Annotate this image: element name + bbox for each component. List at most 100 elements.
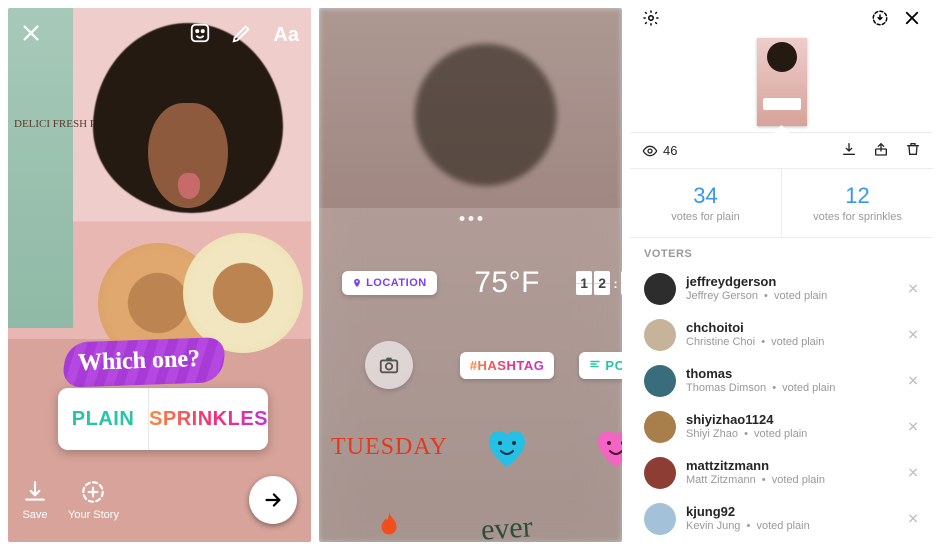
photo-tongue bbox=[178, 173, 200, 199]
story-editor-panel: DELICI FRESH PIES Every Which one? PLAIN… bbox=[8, 8, 311, 542]
cursive-sticker[interactable]: ever bbox=[480, 510, 534, 542]
voter-meta: shiyizhao1124Shiyi Zhao • voted plain bbox=[686, 412, 807, 442]
vote-plain-label: votes for plain bbox=[634, 211, 777, 223]
hashtag-sticker-label: #HASHTAG bbox=[470, 358, 545, 373]
save-label: Save bbox=[22, 509, 47, 521]
vote-col-sprinkles[interactable]: 12 votes for sprinkles bbox=[781, 169, 933, 237]
voter-avatar bbox=[644, 273, 676, 305]
vote-summary: 34 votes for plain 12 votes for sprinkle… bbox=[630, 169, 933, 238]
send-button[interactable] bbox=[249, 476, 297, 524]
story-thumbnail[interactable] bbox=[757, 38, 807, 126]
poll-sticker-label: POLL bbox=[605, 358, 622, 373]
voter-subline: Jeffrey Gerson • voted plain bbox=[686, 290, 827, 304]
photo-donut-right bbox=[183, 233, 303, 353]
share-icon[interactable] bbox=[873, 141, 889, 160]
flame-sticker[interactable] bbox=[371, 509, 407, 543]
poll-sticker[interactable]: PLAIN SPRINKLES bbox=[58, 388, 268, 450]
download-icon[interactable] bbox=[841, 141, 857, 160]
vote-sprinkles-label: votes for sprinkles bbox=[786, 211, 929, 223]
poll-sticker-option[interactable]: POLL bbox=[579, 352, 622, 379]
close-icon[interactable] bbox=[20, 22, 42, 49]
save-button[interactable]: Save bbox=[22, 479, 48, 521]
location-sticker-label: LOCATION bbox=[366, 277, 427, 289]
editor-top-bar: Aa bbox=[20, 20, 299, 50]
voter-row[interactable]: chchoitoiChristine Choi • voted plain ✕ bbox=[630, 312, 933, 358]
voter-subline: Christine Choi • voted plain bbox=[686, 336, 824, 350]
poll-results-panel: 46 34 votes for plain 12 votes for sprin… bbox=[630, 8, 933, 542]
sticker-tray-panel: LOCATION 75°F 1 2 : 3 4 #HASHTAG POLL bbox=[319, 8, 622, 542]
voter-username: chchoitoi bbox=[686, 320, 824, 336]
voter-subline: Kevin Jung • voted plain bbox=[686, 520, 810, 534]
voter-row[interactable]: shiyizhao1124Shiyi Zhao • voted plain ✕ bbox=[630, 404, 933, 450]
voter-meta: jeffreydgersonJeffrey Gerson • voted pla… bbox=[686, 274, 827, 304]
clock-sticker[interactable]: 1 2 : 3 4 bbox=[566, 265, 622, 301]
your-story-label: Your Story bbox=[68, 509, 119, 521]
tray-handle[interactable] bbox=[459, 216, 482, 221]
draw-tool-icon[interactable] bbox=[231, 22, 253, 49]
poll-lines-icon bbox=[589, 358, 601, 373]
clock-digit: 1 bbox=[576, 271, 592, 295]
voter-username: mattzitzmann bbox=[686, 458, 825, 474]
voter-meta: thomasThomas Dimson • voted plain bbox=[686, 366, 835, 396]
vote-col-plain[interactable]: 34 votes for plain bbox=[630, 169, 781, 237]
voter-username: jeffreydgerson bbox=[686, 274, 827, 290]
location-sticker[interactable]: LOCATION bbox=[342, 271, 437, 295]
voter-subline: Thomas Dimson • voted plain bbox=[686, 382, 835, 396]
sticker-tool-icon[interactable] bbox=[189, 22, 211, 49]
remove-voter-icon[interactable]: ✕ bbox=[907, 419, 919, 436]
voters-header: VOTERS bbox=[630, 238, 933, 266]
voter-meta: kjung92Kevin Jung • voted plain bbox=[686, 504, 810, 534]
vote-sprinkles-count: 12 bbox=[786, 183, 929, 209]
voter-row[interactable]: mattzitzmannMatt Zitzmann • voted plain ✕ bbox=[630, 450, 933, 496]
voter-row[interactable]: kjung92Kevin Jung • voted plain ✕ bbox=[630, 496, 933, 542]
editor-bottom-bar: Save Your Story bbox=[22, 470, 297, 530]
voter-username: thomas bbox=[686, 366, 835, 382]
remove-voter-icon[interactable]: ✕ bbox=[907, 373, 919, 390]
voter-avatar bbox=[644, 365, 676, 397]
poll-option-one[interactable]: PLAIN bbox=[58, 388, 149, 450]
text-tool-icon[interactable]: Aa bbox=[273, 24, 299, 47]
poll-option-two[interactable]: SPRINKLES bbox=[149, 388, 268, 450]
voter-username: kjung92 bbox=[686, 504, 810, 520]
your-story-button[interactable]: Your Story bbox=[68, 479, 119, 521]
voter-meta: mattzitzmannMatt Zitzmann • voted plain bbox=[686, 458, 825, 488]
vote-plain-count: 34 bbox=[634, 183, 777, 209]
clock-digit: 2 bbox=[594, 271, 610, 295]
voter-avatar bbox=[644, 411, 676, 443]
remove-voter-icon[interactable]: ✕ bbox=[907, 465, 919, 482]
voter-meta: chchoitoiChristine Choi • voted plain bbox=[686, 320, 824, 350]
story-thumbnail-area bbox=[630, 33, 933, 133]
editor-tools: Aa bbox=[189, 22, 299, 49]
remove-voter-icon[interactable]: ✕ bbox=[907, 281, 919, 298]
story-actions bbox=[841, 141, 921, 160]
remove-voter-icon[interactable]: ✕ bbox=[907, 327, 919, 344]
voters-list: jeffreydgersonJeffrey Gerson • voted pla… bbox=[630, 266, 933, 542]
poll-question-text[interactable]: Which one? bbox=[78, 346, 201, 377]
voter-subline: Matt Zitzmann • voted plain bbox=[686, 474, 825, 488]
sticker-grid: LOCATION 75°F 1 2 : 3 4 #HASHTAG POLL bbox=[319, 238, 622, 542]
voter-avatar bbox=[644, 503, 676, 535]
camera-sticker[interactable] bbox=[365, 341, 413, 389]
delete-icon[interactable] bbox=[905, 141, 921, 160]
day-sticker[interactable]: TUESDAY bbox=[331, 434, 448, 461]
voter-username: shiyizhao1124 bbox=[686, 412, 807, 428]
voter-row[interactable]: jeffreydgersonJeffrey Gerson • voted pla… bbox=[630, 266, 933, 312]
story-stats-bar: 46 bbox=[630, 133, 933, 169]
settings-icon[interactable] bbox=[642, 9, 660, 32]
hashtag-sticker[interactable]: #HASHTAG bbox=[460, 352, 555, 379]
voter-row[interactable]: thomasThomas Dimson • voted plain ✕ bbox=[630, 358, 933, 404]
view-count: 46 bbox=[642, 143, 677, 159]
heart-sticker-pink[interactable] bbox=[592, 425, 622, 469]
voter-avatar bbox=[644, 319, 676, 351]
sticker-tray[interactable]: LOCATION 75°F 1 2 : 3 4 #HASHTAG POLL bbox=[319, 208, 622, 542]
temperature-sticker[interactable]: 75°F bbox=[464, 260, 550, 306]
voter-avatar bbox=[644, 457, 676, 489]
heart-sticker-blue[interactable] bbox=[483, 425, 531, 469]
results-top-bar bbox=[630, 8, 933, 33]
voter-subline: Shiyi Zhao • voted plain bbox=[686, 428, 807, 442]
clock-digit: 3 bbox=[621, 271, 622, 295]
view-count-value: 46 bbox=[663, 143, 677, 158]
close-results-icon[interactable] bbox=[903, 9, 921, 32]
save-story-icon[interactable] bbox=[871, 9, 889, 32]
remove-voter-icon[interactable]: ✕ bbox=[907, 511, 919, 528]
